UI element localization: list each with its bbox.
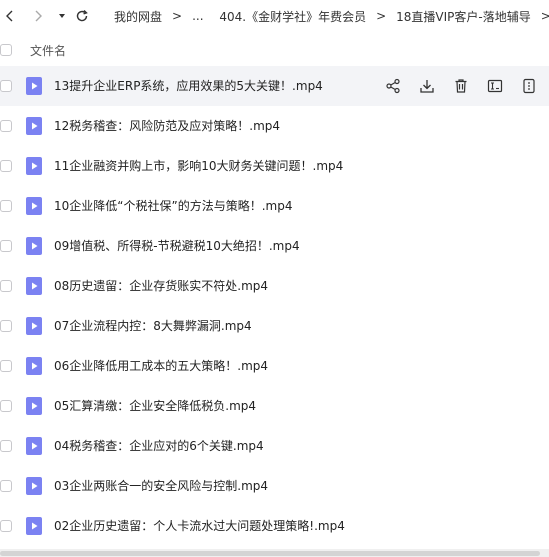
file-name: 11企业融资并购上市，影响10大财务关键问题！.mp4	[54, 159, 344, 173]
breadcrumb-separator: >	[172, 9, 183, 23]
breadcrumb-separator: >	[376, 9, 387, 23]
select-all-checkbox[interactable]	[0, 44, 12, 56]
row-actions	[383, 76, 549, 96]
delete-icon[interactable]	[451, 76, 471, 96]
video-file-icon	[26, 517, 42, 535]
video-file-icon	[26, 197, 42, 215]
file-row[interactable]: 03企业两账合一的安全风险与控制.mp4	[0, 466, 549, 506]
row-checkbox[interactable]	[0, 80, 12, 92]
file-name: 13提升企业ERP系统，应用效果的5大关键！.mp4	[54, 79, 323, 93]
video-file-icon	[26, 437, 42, 455]
file-row[interactable]: 02企业历史遗留：个人卡流水过大问题处理策略!.mp4	[0, 506, 549, 546]
file-name: 10企业降低“个税社保”的方法与策略！.mp4	[54, 199, 293, 213]
file-name: 04税务稽查：企业应对的6个关键.mp4	[54, 439, 264, 453]
row-checkbox[interactable]	[0, 440, 12, 452]
forward-icon[interactable]	[28, 6, 48, 26]
video-file-icon	[26, 157, 42, 175]
row-checkbox[interactable]	[0, 320, 12, 332]
breadcrumb: 我的网盘 > ... 404.《金财学社》年费会员 > 18直播VIP客户-落地…	[114, 0, 549, 32]
file-browser: 我的网盘 > ... 404.《金财学社》年费会员 > 18直播VIP客户-落地…	[0, 0, 549, 557]
breadcrumb-vip-folder[interactable]: 18直播VIP客户-落地辅导	[396, 8, 531, 25]
video-file-icon	[26, 277, 42, 295]
file-name: 05汇算清缴：企业安全降低税负.mp4	[54, 399, 257, 413]
row-checkbox[interactable]	[0, 200, 12, 212]
file-name: 12税务稽查：风险防范及应对策略！.mp4	[54, 119, 281, 133]
scrollbar-thumb[interactable]	[0, 551, 540, 556]
file-name: 08历史遗留：企业存货账实不符处.mp4	[54, 279, 269, 293]
file-row[interactable]: 13提升企业ERP系统，应用效果的5大关键！.mp4	[0, 66, 549, 106]
row-checkbox[interactable]	[0, 120, 12, 132]
horizontal-scrollbar[interactable]	[0, 549, 549, 557]
history-dropdown-icon[interactable]	[52, 6, 72, 26]
row-checkbox[interactable]	[0, 280, 12, 292]
breadcrumb-annual-member[interactable]: 404.《金财学社》年费会员	[219, 8, 366, 25]
more-options-icon[interactable]	[519, 76, 539, 96]
file-list: 13提升企业ERP系统，应用效果的5大关键！.mp4 12税务稽查：风险防范及应…	[0, 66, 549, 546]
video-file-icon	[26, 397, 42, 415]
file-row[interactable]: 11企业融资并购上市，影响10大财务关键问题！.mp4	[0, 146, 549, 186]
video-file-icon	[26, 77, 42, 95]
file-name: 09增值税、所得税-节税避税10大绝招！.mp4	[54, 239, 300, 253]
row-checkbox[interactable]	[0, 480, 12, 492]
breadcrumb-ellipsis[interactable]: ...	[192, 9, 203, 23]
file-row[interactable]: 08历史遗留：企业存货账实不符处.mp4	[0, 266, 549, 306]
download-icon[interactable]	[417, 76, 437, 96]
video-file-icon	[26, 477, 42, 495]
row-checkbox[interactable]	[0, 400, 12, 412]
file-row[interactable]: 10企业降低“个税社保”的方法与策略！.mp4	[0, 186, 549, 226]
back-icon[interactable]	[0, 6, 20, 26]
file-name: 07企业流程内控：8大舞弊漏洞.mp4	[54, 319, 252, 333]
breadcrumb-separator: >	[540, 9, 549, 23]
file-row[interactable]: 04税务稽查：企业应对的6个关键.mp4	[0, 426, 549, 466]
video-file-icon	[26, 117, 42, 135]
video-file-icon	[26, 237, 42, 255]
file-row[interactable]: 09增值税、所得税-节税避税10大绝招！.mp4	[0, 226, 549, 266]
row-checkbox[interactable]	[0, 520, 12, 532]
file-row[interactable]: 12税务稽查：风险防范及应对策略！.mp4	[0, 106, 549, 146]
row-checkbox[interactable]	[0, 360, 12, 372]
file-name: 06企业降低用工成本的五大策略！.mp4	[54, 359, 269, 373]
breadcrumb-my-drive[interactable]: 我的网盘	[114, 8, 162, 25]
share-icon[interactable]	[383, 76, 403, 96]
video-file-icon	[26, 357, 42, 375]
refresh-icon[interactable]	[72, 6, 92, 26]
file-row[interactable]: 06企业降低用工成本的五大策略！.mp4	[0, 346, 549, 386]
row-checkbox[interactable]	[0, 240, 12, 252]
video-file-icon	[26, 317, 42, 335]
file-row[interactable]: 05汇算清缴：企业安全降低税负.mp4	[0, 386, 549, 426]
column-header: 文件名	[0, 34, 549, 66]
navigation-bar: 我的网盘 > ... 404.《金财学社》年费会员 > 18直播VIP客户-落地…	[0, 0, 549, 32]
file-name: 03企业两账合一的安全风险与控制.mp4	[54, 479, 269, 493]
file-name: 02企业历史遗留：个人卡流水过大问题处理策略!.mp4	[54, 519, 345, 533]
rename-icon[interactable]	[485, 76, 505, 96]
file-row[interactable]: 07企业流程内控：8大舞弊漏洞.mp4	[0, 306, 549, 346]
column-header-filename[interactable]: 文件名	[30, 42, 66, 59]
row-checkbox[interactable]	[0, 160, 12, 172]
